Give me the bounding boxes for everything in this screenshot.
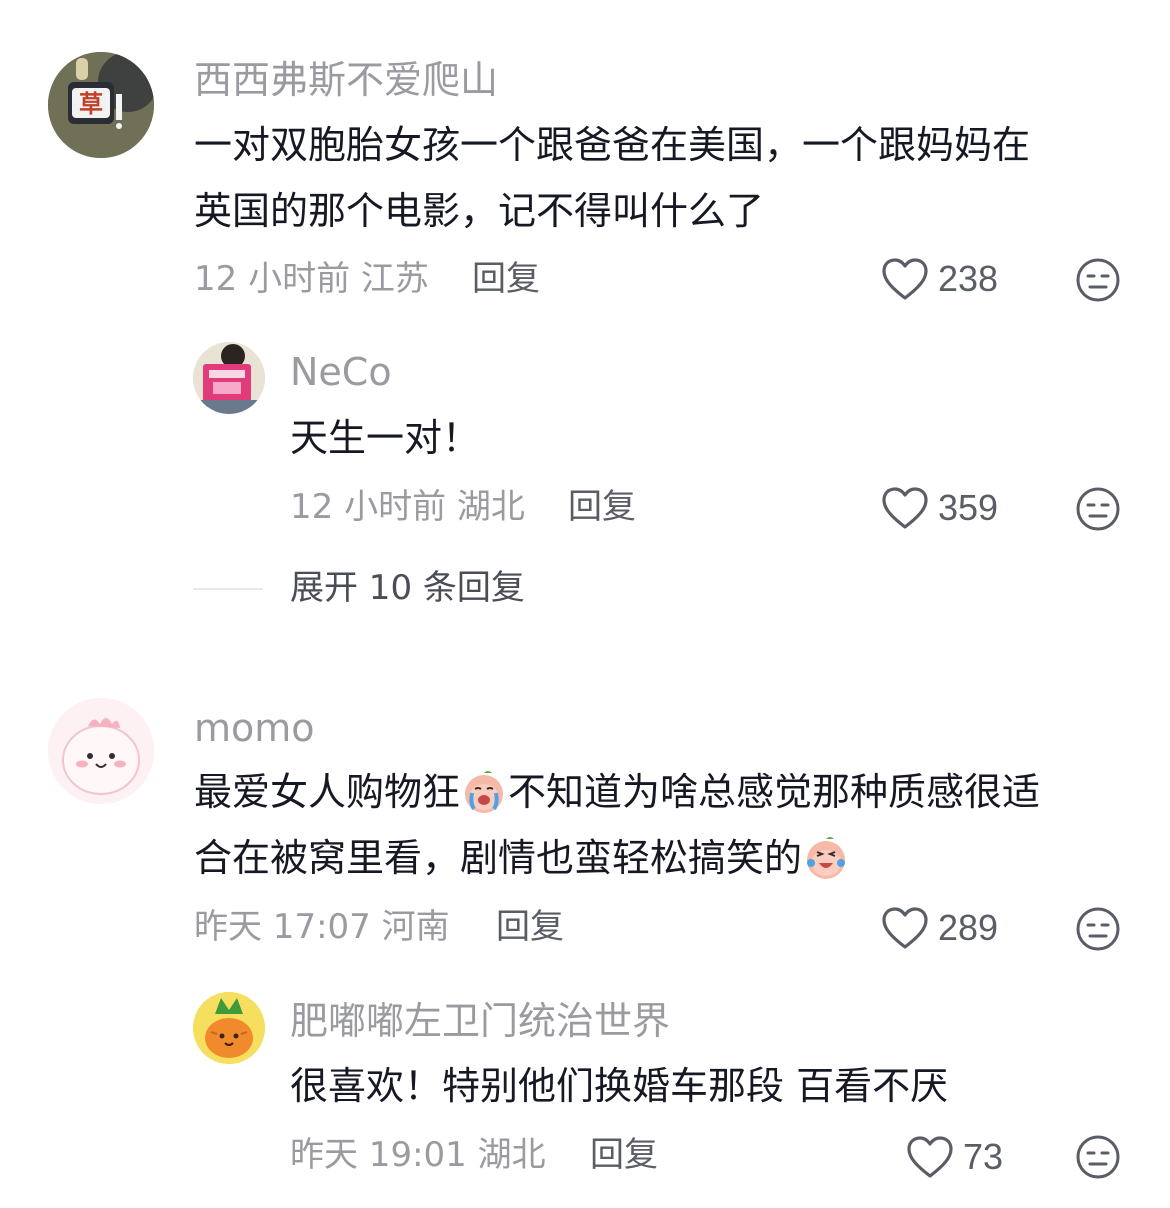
- heart-icon: [907, 1136, 953, 1178]
- comment-text: 最爱女人购物狂 不知道为啥总感觉那种质感很适 合在被窝里看，剧情也蛮轻松搞笑的: [194, 759, 1124, 891]
- comment-meta: 昨天 17:07 河南: [194, 907, 450, 947]
- comment-username[interactable]: momo: [194, 704, 315, 752]
- avatar-pink-blob-icon: [48, 698, 154, 804]
- avatar[interactable]: [193, 992, 265, 1064]
- heart-icon: [882, 907, 928, 949]
- reply-text: 天生一对！: [290, 416, 481, 460]
- like-button[interactable]: 73: [905, 1134, 1003, 1180]
- divider: [193, 588, 263, 590]
- dislike-face-icon[interactable]: [1075, 257, 1121, 303]
- heart-icon: [882, 487, 928, 529]
- dislike-face-icon[interactable]: [1075, 906, 1121, 952]
- comment-text-segment: 最爱女人购物狂: [194, 770, 461, 814]
- reply-username[interactable]: 肥嘟嘟左卫门统治世界: [290, 997, 670, 1045]
- comment-meta: 12 小时前 江苏: [194, 259, 429, 299]
- comment-text-segment: 不知道为啥总感觉那种质感很适: [508, 770, 1041, 814]
- expand-replies-button[interactable]: 展开 10 条回复: [290, 566, 525, 610]
- like-count: 289: [938, 907, 999, 948]
- crying-peach-emoji-icon: [465, 771, 504, 813]
- reply-button[interactable]: 回复: [496, 905, 564, 949]
- like-button[interactable]: 359: [880, 485, 998, 531]
- like-button[interactable]: 238: [880, 256, 998, 302]
- dislike-face-icon[interactable]: [1075, 1134, 1121, 1180]
- like-count: 238: [938, 258, 999, 299]
- comment-text: 一对双胞胎女孩一个跟爸爸在美国，一个跟妈妈在 英国的那个电影，记不得叫什么了: [194, 112, 1124, 244]
- comment-text-segment: 合在被窝里看，剧情也蛮轻松搞笑的: [194, 836, 803, 880]
- avatar[interactable]: [193, 342, 265, 414]
- avatar-carrot-character-icon: [193, 992, 265, 1064]
- reply-button[interactable]: 回复: [568, 485, 636, 529]
- avatar[interactable]: 草: [48, 52, 154, 158]
- laughing-crying-peach-emoji-icon: [807, 837, 846, 879]
- like-count: 359: [938, 487, 999, 528]
- reply-meta: 12 小时前 湖北: [290, 487, 525, 527]
- like-count: 73: [963, 1136, 1004, 1177]
- comment-text-line: 一对双胞胎女孩一个跟爸爸在美国，一个跟妈妈在: [194, 123, 1031, 167]
- avatar-reading-book-icon: [193, 342, 265, 414]
- reply-text: 很喜欢！特别他们换婚车那段 百看不厌: [290, 1064, 949, 1108]
- reply-username[interactable]: NeCo: [290, 348, 392, 396]
- like-button[interactable]: 289: [880, 905, 998, 951]
- comment-text-line: 合在被窝里看，剧情也蛮轻松搞笑的: [194, 825, 1124, 891]
- reply-meta: 昨天 19:01 湖北: [290, 1135, 546, 1175]
- comment-text-line: 最爱女人购物狂 不知道为啥总感觉那种质感很适: [194, 759, 1124, 825]
- avatar[interactable]: [48, 698, 154, 804]
- comment-username[interactable]: 西西弗斯不爱爬山: [194, 56, 498, 104]
- dislike-face-icon[interactable]: [1075, 486, 1121, 532]
- reply-button[interactable]: 回复: [472, 257, 540, 301]
- comment-text-line: 英国的那个电影，记不得叫什么了: [194, 189, 765, 233]
- avatar-grass-keychain-icon: 草: [48, 52, 154, 158]
- heart-icon: [882, 258, 928, 300]
- svg-text:草: 草: [79, 90, 103, 118]
- reply-button[interactable]: 回复: [590, 1133, 658, 1177]
